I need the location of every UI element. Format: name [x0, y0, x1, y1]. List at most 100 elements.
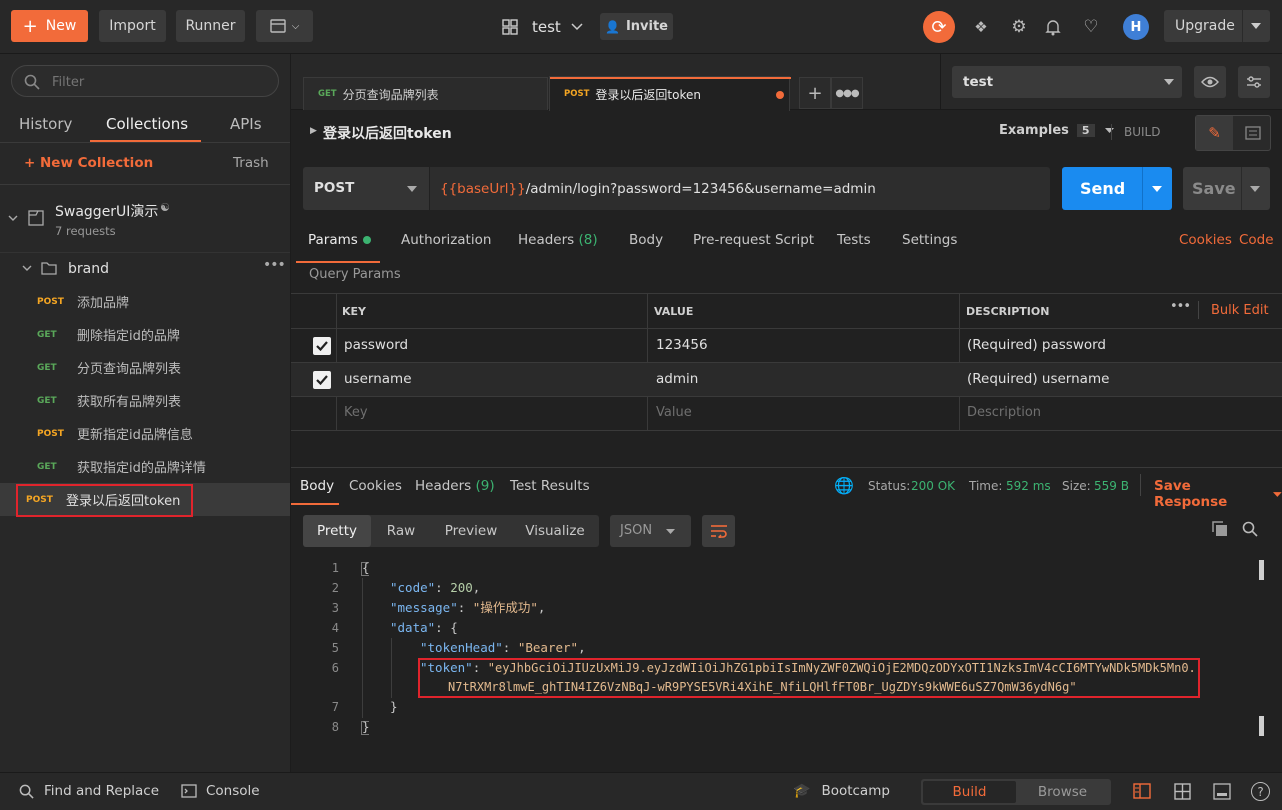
satellite-icon[interactable]: ❖: [969, 15, 993, 39]
request-item[interactable]: GET 获取指定id的品牌详情: [0, 450, 290, 483]
import-button[interactable]: Import: [99, 10, 166, 42]
upgrade-button[interactable]: Upgrade: [1164, 10, 1270, 42]
tab-apis[interactable]: APIs: [230, 115, 262, 133]
bootcamp-button[interactable]: 🎓 Bootcamp: [793, 783, 890, 799]
param-value[interactable]: 123456: [656, 337, 708, 353]
param-key[interactable]: password: [344, 337, 408, 353]
console-button[interactable]: Console: [181, 783, 260, 799]
environment-select[interactable]: test: [952, 66, 1182, 98]
url-input[interactable]: {{baseUrl}} /admin/login?password=123456…: [430, 167, 1050, 210]
save-response-button[interactable]: Save Response: [1154, 478, 1282, 510]
new-button[interactable]: + New: [11, 10, 88, 42]
line-number: 3: [331, 601, 339, 615]
more-icon[interactable]: •••: [263, 257, 286, 273]
browse-mode-button[interactable]: Browse: [1016, 781, 1109, 803]
tab-collections[interactable]: Collections: [106, 115, 188, 133]
request-item[interactable]: GET 获取所有品牌列表: [0, 384, 290, 417]
request-item[interactable]: POST 添加品牌: [0, 285, 290, 318]
documentation-icon[interactable]: [1235, 116, 1270, 150]
tab-authorization[interactable]: Authorization: [401, 232, 491, 248]
description-placeholder[interactable]: Description: [967, 405, 1041, 420]
runner-button[interactable]: Runner: [176, 10, 245, 42]
avatar[interactable]: H: [1123, 14, 1149, 40]
request-name: 获取指定id的品牌详情: [77, 461, 206, 476]
response-tab-test-results[interactable]: Test Results: [510, 478, 590, 494]
send-button[interactable]: Send: [1062, 167, 1172, 210]
view-pretty[interactable]: Pretty: [303, 515, 371, 547]
filter-input[interactable]: [52, 72, 252, 92]
response-tab-headers[interactable]: Headers (9): [415, 478, 495, 494]
param-description[interactable]: (Required) username: [967, 371, 1109, 387]
view-visualize[interactable]: Visualize: [515, 515, 595, 547]
two-pane-icon[interactable]: [1133, 783, 1151, 803]
view-raw[interactable]: Raw: [373, 515, 429, 547]
find-replace-button[interactable]: Find and Replace: [19, 783, 159, 799]
examples-dropdown[interactable]: Examples 5: [999, 123, 1114, 138]
response-body[interactable]: 1 2 3 4 5 6 7 8 { "code": 200, "message"…: [291, 558, 1282, 762]
tab-prerequest-script[interactable]: Pre-request Script: [693, 232, 814, 248]
workspace-selector[interactable]: test: [502, 15, 583, 39]
build-mode-button[interactable]: Build: [923, 781, 1016, 803]
response-tab-body[interactable]: Body: [300, 478, 334, 494]
environment-settings-icon[interactable]: [1238, 66, 1270, 98]
tab-tests[interactable]: Tests: [837, 232, 871, 248]
wrap-lines-icon[interactable]: [702, 515, 735, 547]
tab-body[interactable]: Body: [629, 232, 663, 248]
search-icon[interactable]: [1242, 521, 1258, 541]
collection-item[interactable]: SwaggerUI演示 ☯ 7 requests: [0, 185, 290, 251]
response-tab-cookies[interactable]: Cookies: [349, 478, 402, 494]
request-item[interactable]: GET 删除指定id的品牌: [0, 318, 290, 351]
scrollbar-track[interactable]: [1259, 560, 1264, 580]
search-box[interactable]: [11, 65, 279, 97]
trash-button[interactable]: Trash: [233, 155, 269, 171]
eye-icon[interactable]: [1194, 66, 1226, 98]
caret-down-icon: [1250, 186, 1260, 192]
param-key[interactable]: username: [344, 371, 412, 387]
copy-icon[interactable]: [1212, 521, 1228, 541]
method-select[interactable]: POST: [303, 167, 429, 210]
view-preview[interactable]: Preview: [433, 515, 509, 547]
key-placeholder[interactable]: Key: [344, 405, 368, 420]
new-collection-button[interactable]: + New Collection: [24, 155, 153, 171]
checkbox[interactable]: [313, 371, 331, 389]
request-item[interactable]: POST 更新指定id品牌信息: [0, 417, 290, 450]
format-select[interactable]: JSON: [610, 515, 691, 547]
tab-history[interactable]: History: [19, 115, 72, 133]
url-path: /admin/login?password=123456&username=ad…: [525, 180, 876, 197]
notifications-icon[interactable]: [1042, 15, 1064, 39]
request-item-selected[interactable]: POST 登录以后返回token: [0, 483, 290, 517]
request-title: 登录以后返回token: [323, 126, 452, 142]
save-button[interactable]: Save: [1183, 167, 1270, 210]
layout-icon[interactable]: [1174, 783, 1191, 804]
cookies-link[interactable]: Cookies: [1179, 232, 1232, 248]
size-value: 559 B: [1094, 479, 1129, 493]
keyboard-shortcuts-icon[interactable]: [1213, 783, 1231, 804]
globe-icon[interactable]: 🌐: [834, 476, 854, 495]
code-link[interactable]: Code: [1239, 232, 1274, 248]
request-tab-active[interactable]: POST 登录以后返回token: [549, 76, 791, 111]
heart-icon[interactable]: ♡: [1080, 15, 1102, 39]
edit-icon[interactable]: ✎: [1196, 116, 1233, 150]
tabs-divider: [0, 142, 290, 143]
help-icon[interactable]: ?: [1251, 782, 1270, 801]
scrollbar-thumb[interactable]: [1259, 716, 1264, 736]
param-description[interactable]: (Required) password: [967, 337, 1106, 353]
new-window-button[interactable]: ⌵: [256, 10, 313, 42]
checkbox[interactable]: [313, 337, 331, 355]
add-tab-icon[interactable]: +: [799, 77, 831, 109]
settings-icon[interactable]: ⚙: [1007, 15, 1031, 39]
invite-button[interactable]: 👤 Invite: [600, 13, 673, 40]
folder-item[interactable]: brand •••: [0, 253, 290, 285]
caret-right-icon[interactable]: ▶: [310, 126, 317, 136]
more-options-icon[interactable]: •••: [1170, 299, 1191, 314]
tab-headers[interactable]: Headers (8): [518, 232, 598, 248]
param-value[interactable]: admin: [656, 371, 698, 387]
tab-params[interactable]: Params: [308, 232, 371, 248]
request-tab[interactable]: GET 分页查询品牌列表: [303, 77, 548, 110]
sync-icon[interactable]: ⟳: [923, 11, 955, 43]
request-item[interactable]: GET 分页查询品牌列表: [0, 351, 290, 384]
more-tabs-icon[interactable]: ●●●: [831, 77, 863, 109]
tab-settings[interactable]: Settings: [902, 232, 957, 248]
value-placeholder[interactable]: Value: [656, 405, 692, 420]
bulk-edit-link[interactable]: Bulk Edit: [1211, 303, 1269, 318]
